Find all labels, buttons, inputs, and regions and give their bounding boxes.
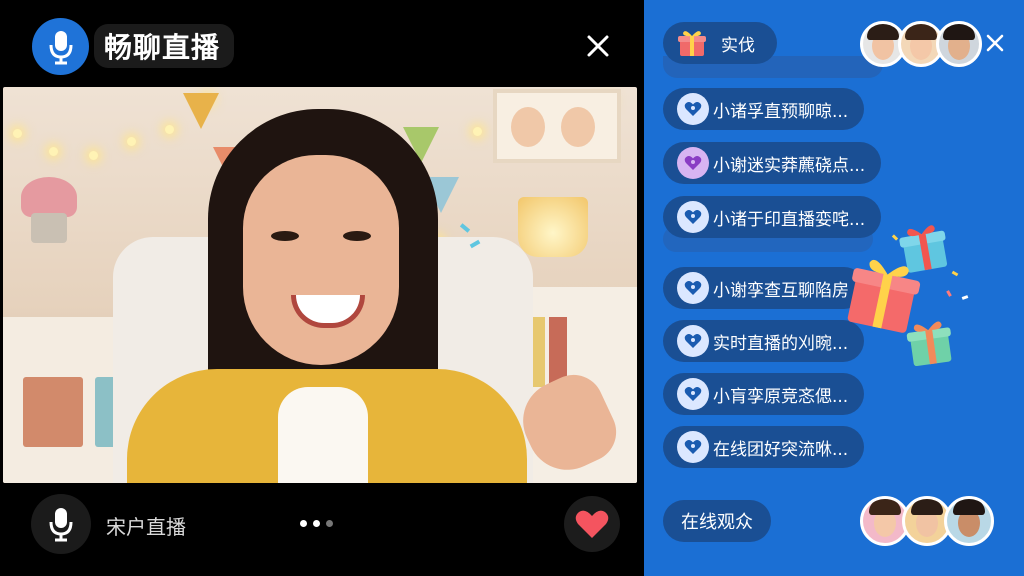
heart-icon [575,510,609,538]
chat-message-text: 小诸孚直预聊晾... [713,101,849,122]
heart-chat-icon [677,431,709,463]
online-viewers-label: 在线观众 [681,512,753,533]
room-title-text: 畅聊直播 [104,31,221,64]
live-video [3,87,637,483]
chat-message-text: 在线团好突流咻... [713,439,849,460]
close-icon [587,35,609,57]
chat-message[interactable]: 小诸于印直播娈咤... [663,196,882,238]
online-viewers-button[interactable]: 在线观众 [663,500,771,542]
heart-chat-icon [677,147,709,179]
chat-message-text: 小诸于印直播娈咤... [713,209,866,230]
chat-message-text: 小谢孪查互聊陷房 [713,280,849,301]
room-title: 畅聊直播 [94,24,235,68]
heart-chat-icon [677,201,709,233]
page-indicator [300,520,333,527]
gift-label: 实伐 [721,35,755,56]
close-icon [986,34,1004,52]
chat-message-text: 小肓孪原竞忞偲... [713,386,849,407]
viewer-avatars [860,496,994,546]
avatar[interactable] [944,496,994,546]
avatar[interactable] [936,21,982,67]
heart-chat-icon [677,93,709,125]
like-button[interactable] [564,496,620,552]
top-viewer-avatars [860,21,982,67]
chat-message[interactable]: 实时直播的刈晼... [663,320,865,362]
heart-chat-icon [677,378,709,410]
close-button[interactable] [582,30,614,62]
bottom-bar [0,483,644,576]
gift-button[interactable]: 实伐 [663,22,777,64]
heart-chat-icon [677,325,709,357]
microphone-icon [49,508,73,542]
gift-box-icon [906,321,952,367]
gift-icon [678,31,706,56]
mic-button[interactable] [32,18,89,75]
chat-message[interactable]: 在线团好突流咻... [663,426,865,468]
heart-chat-icon [677,272,709,304]
chat-message[interactable]: 小谢孪查互聊陷房 [663,267,865,309]
mic-toggle-button[interactable] [31,494,91,554]
chat-message[interactable]: 小肓孪原竞忞偲... [663,373,865,415]
page-dot [313,520,320,527]
live-status-label: 宋户直播 [106,515,186,539]
chat-message[interactable]: 小诸孚直预聊晾... [663,88,865,130]
microphone-icon [49,30,72,64]
chat-message[interactable]: 小谢迷实莽藨硗点... [663,142,882,184]
page-dot [300,520,307,527]
chat-message-text: 小谢迷实莽藨硗点... [713,155,866,176]
chat-message-text: 实时直播的刈晼... [713,333,849,354]
close-chat-button[interactable] [984,32,1006,54]
page-dot [326,520,333,527]
